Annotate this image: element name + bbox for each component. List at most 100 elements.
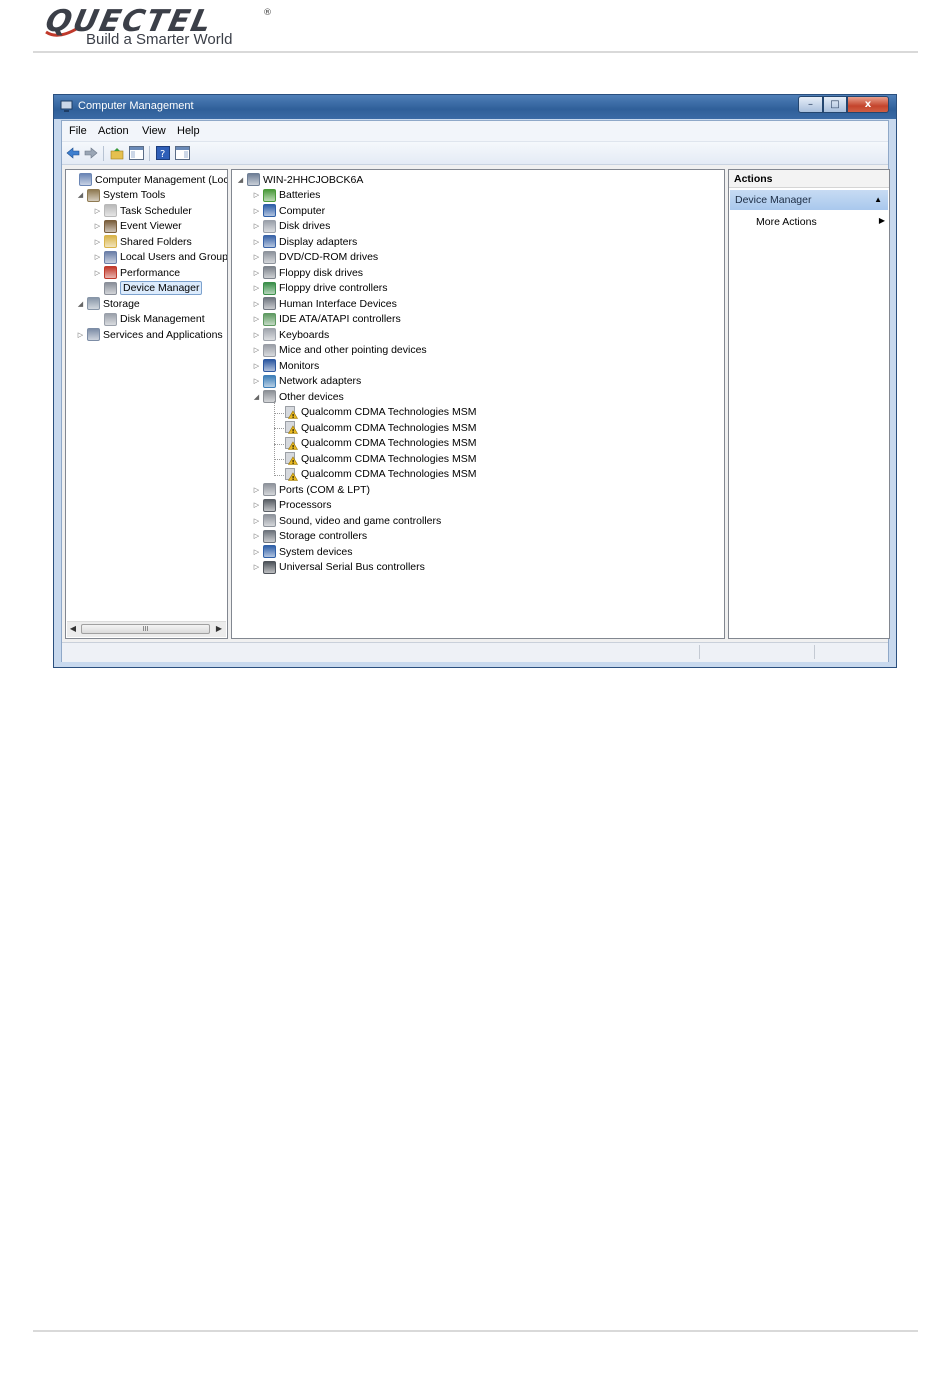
console-tree-item[interactable]: ▷ Shared Folders [93, 234, 192, 249]
device-category[interactable]: ▷ Ports (COM & LPT) [252, 482, 370, 497]
back-arrow-icon [66, 147, 80, 159]
up-level-button[interactable] [109, 145, 125, 161]
device-category[interactable]: ▷ Batteries [252, 188, 320, 203]
close-button[interactable]: x [847, 96, 889, 113]
expand-toggle-icon[interactable]: ▷ [252, 362, 261, 370]
console-tree-item[interactable]: ◢ Storage [76, 296, 140, 311]
device-category[interactable]: ◢ Other devices [252, 389, 344, 404]
expand-toggle-icon[interactable]: ▷ [93, 238, 102, 246]
device-category[interactable]: ▷ Keyboards [252, 327, 329, 342]
expand-toggle-icon[interactable]: ▷ [252, 532, 261, 540]
collapse-toggle-icon[interactable]: ◢ [236, 176, 245, 184]
device-item[interactable]: Qualcomm CDMA Technologies MSM [285, 451, 476, 466]
menu-action[interactable]: Action [98, 125, 129, 137]
show-hide-tree-button[interactable] [128, 145, 144, 161]
expand-toggle-icon[interactable]: ◢ [76, 300, 85, 308]
expand-toggle-icon[interactable]: ▷ [76, 331, 85, 339]
action-pane-icon [174, 146, 190, 160]
console-tree-item[interactable]: ▷ Services and Applications [76, 327, 223, 342]
collapse-toggle-icon[interactable]: ◢ [252, 393, 261, 401]
actions-section-device-manager[interactable]: Device Manager ▲ [730, 190, 888, 210]
scroll-left-icon[interactable]: ◀ [68, 624, 78, 633]
device-tree-pane[interactable]: ◢ WIN-2HHCJOBCK6A ▷ Batteries ▷ Computer ▷ Disk… [231, 169, 725, 639]
device-category[interactable]: ▷ Display adapters [252, 234, 357, 249]
expand-toggle-icon[interactable]: ▷ [252, 315, 261, 323]
device-item-label: Qualcomm CDMA Technologies MSM [301, 468, 477, 480]
expand-toggle-icon[interactable]: ▷ [252, 346, 261, 354]
console-tree-item[interactable]: ▷ Local Users and Groups [93, 250, 227, 265]
battery-icon [263, 188, 276, 202]
device-item[interactable]: Qualcomm CDMA Technologies MSM [285, 436, 476, 451]
device-item[interactable]: Qualcomm CDMA Technologies MSM [285, 405, 476, 420]
device-tree-root[interactable]: ◢ WIN-2HHCJOBCK6A [236, 172, 363, 187]
device-category[interactable]: ▷ IDE ATA/ATAPI controllers [252, 312, 401, 327]
menu-file[interactable]: File [69, 125, 87, 137]
collapse-up-icon[interactable]: ▲ [874, 195, 882, 204]
expand-toggle-icon[interactable]: ◢ [76, 191, 85, 199]
expand-toggle-icon[interactable]: ▷ [252, 300, 261, 308]
expand-toggle-icon[interactable]: ▷ [252, 238, 261, 246]
device-category[interactable]: ▷ Universal Serial Bus controllers [252, 560, 425, 575]
minimize-button[interactable]: – [798, 96, 823, 113]
registered-mark: ® [263, 8, 272, 18]
horizontal-scrollbar[interactable]: ◀ III ▶ [67, 621, 226, 637]
device-category[interactable]: ▷ Floppy drive controllers [252, 281, 388, 296]
device-item[interactable]: Qualcomm CDMA Technologies MSM [285, 467, 476, 482]
device-category[interactable]: ▷ Storage controllers [252, 529, 367, 544]
device-category[interactable]: ▷ Human Interface Devices [252, 296, 397, 311]
more-actions-item[interactable]: More Actions ▶ [756, 216, 886, 228]
console-tree-item[interactable]: ▷ Performance [93, 265, 180, 280]
device-category[interactable]: ▷ Processors [252, 498, 332, 513]
expand-toggle-icon[interactable]: ▷ [252, 486, 261, 494]
console-tree-pane[interactable]: Computer Management (Local ◢ System Tools ▷… [65, 169, 228, 639]
device-category[interactable]: ▷ Mice and other pointing devices [252, 343, 427, 358]
expand-toggle-icon[interactable]: ▷ [252, 517, 261, 525]
console-tree-item[interactable]: Computer Management (Local [68, 172, 227, 187]
forward-button[interactable] [83, 145, 99, 161]
tree-connector [274, 443, 284, 445]
expand-toggle-icon[interactable]: ▷ [252, 253, 261, 261]
scroll-thumb[interactable]: III [81, 624, 210, 634]
expand-toggle-icon[interactable]: ▷ [252, 207, 261, 215]
device-category[interactable]: ▷ Disk drives [252, 219, 330, 234]
expand-toggle-icon[interactable]: ▷ [93, 222, 102, 230]
device-category[interactable]: ▷ Computer [252, 203, 325, 218]
device-category[interactable]: ▷ Monitors [252, 358, 319, 373]
device-item[interactable]: Qualcomm CDMA Technologies MSM [285, 420, 476, 435]
device-category[interactable]: ▷ Sound, video and game controllers [252, 513, 441, 528]
expand-toggle-icon[interactable]: ▷ [252, 191, 261, 199]
device-category[interactable]: ▷ DVD/CD-ROM drives [252, 250, 378, 265]
device-category[interactable]: ▷ System devices [252, 544, 353, 559]
maximize-button[interactable]: □ [823, 96, 847, 113]
expand-toggle-icon[interactable]: ▷ [252, 563, 261, 571]
device-category[interactable]: ▷ Floppy disk drives [252, 265, 363, 280]
console-tree-item[interactable]: Disk Management [93, 312, 205, 327]
status-separator [814, 645, 815, 659]
device-category-label: Ports (COM & LPT) [279, 483, 371, 496]
console-tree-item[interactable]: ▷ Event Viewer [93, 219, 182, 234]
back-button[interactable] [65, 145, 81, 161]
computer-management-window: Computer Management – □ x File Action Vi… [53, 94, 897, 668]
expand-toggle-icon[interactable]: ▷ [252, 222, 261, 230]
dvd-icon [263, 250, 276, 264]
expand-toggle-icon[interactable]: ▷ [93, 253, 102, 261]
device-category[interactable]: ▷ Network adapters [252, 374, 361, 389]
help-button[interactable]: ? [155, 145, 171, 161]
expand-toggle-icon[interactable]: ▷ [93, 207, 102, 215]
expand-toggle-icon[interactable]: ▷ [252, 501, 261, 509]
expand-toggle-icon[interactable]: ▷ [252, 377, 261, 385]
show-hide-action-pane-button[interactable] [174, 145, 190, 161]
console-tree-item[interactable]: Device Manager [93, 281, 203, 296]
console-tree-item[interactable]: ▷ Task Scheduler [93, 203, 192, 218]
scroll-right-icon[interactable]: ▶ [214, 624, 224, 633]
expand-toggle-icon[interactable]: ▷ [252, 548, 261, 556]
console-tree-item[interactable]: ◢ System Tools [76, 188, 165, 203]
expand-toggle-icon[interactable]: ▷ [252, 269, 261, 277]
window-titlebar[interactable]: Computer Management – □ x [54, 95, 896, 119]
menu-view[interactable]: View [142, 125, 166, 137]
window-title: Computer Management [78, 100, 194, 112]
menu-help[interactable]: Help [177, 125, 200, 137]
expand-toggle-icon[interactable]: ▷ [252, 284, 261, 292]
expand-toggle-icon[interactable]: ▷ [93, 269, 102, 277]
expand-toggle-icon[interactable]: ▷ [252, 331, 261, 339]
